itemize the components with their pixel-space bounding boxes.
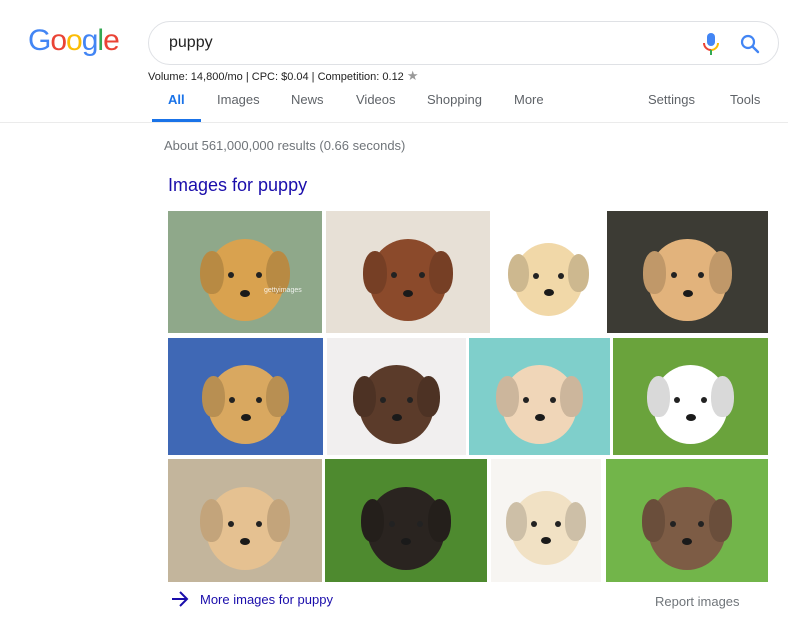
puppy-ear — [642, 250, 667, 294]
puppy-nose — [391, 413, 402, 421]
image-result-tile[interactable] — [168, 459, 322, 582]
puppy-ear — [417, 376, 440, 418]
logo-letter: g — [81, 24, 99, 57]
puppy-eye — [255, 272, 262, 279]
puppy-ear — [647, 376, 670, 418]
puppy-ear — [199, 499, 224, 543]
image-result-tile[interactable] — [494, 211, 603, 333]
puppy-eye — [255, 520, 262, 527]
puppy-eye — [549, 396, 556, 403]
logo-letter: e — [103, 24, 120, 57]
tab-settings[interactable]: Settings — [648, 92, 695, 107]
tab-videos[interactable]: Videos — [356, 92, 396, 107]
active-tab-indicator — [152, 119, 201, 122]
search-input[interactable] — [169, 32, 689, 54]
puppy-nose — [240, 413, 251, 421]
puppy-ear — [266, 376, 289, 418]
puppy-ear — [505, 502, 527, 541]
tab-shopping[interactable]: Shopping — [427, 92, 482, 107]
puppy-eye — [418, 272, 425, 279]
puppy-ear — [708, 499, 733, 543]
puppy-eye — [406, 396, 413, 403]
puppy-ear — [202, 376, 225, 418]
puppy-eye — [670, 520, 677, 527]
google-logo[interactable]: Google — [28, 24, 120, 58]
puppy-ear — [427, 499, 452, 543]
puppy-ear — [200, 250, 224, 294]
watermark-text: gettyimages — [264, 287, 302, 294]
puppy-ear — [560, 376, 583, 418]
image-result-tile[interactable]: gettyimages — [168, 211, 322, 333]
puppy-eye — [389, 520, 396, 527]
logo-letter: G — [28, 24, 51, 57]
star-icon[interactable]: ★ — [407, 68, 419, 83]
puppy-ear — [711, 376, 734, 418]
image-result-tile[interactable] — [326, 211, 490, 333]
puppy-eye — [228, 520, 235, 527]
images-section-heading[interactable]: Images for puppy — [168, 175, 307, 196]
puppy-ear — [496, 376, 519, 418]
puppy-eye — [557, 272, 564, 279]
image-result-tile[interactable] — [606, 459, 768, 582]
tab-tools[interactable]: Tools — [730, 92, 760, 107]
puppy-ear — [508, 253, 530, 293]
arrow-right-icon — [172, 591, 189, 607]
puppy-nose — [685, 413, 696, 421]
result-stats: About 561,000,000 results (0.66 seconds) — [164, 138, 406, 153]
tab-more[interactable]: More — [514, 92, 544, 107]
keyword-stats: Volume: 14,800/mo | CPC: $0.04 | Competi… — [148, 68, 418, 84]
puppy-ear — [641, 499, 666, 543]
puppy-ear — [567, 253, 589, 293]
puppy-nose — [682, 289, 693, 297]
puppy-eye — [255, 396, 262, 403]
puppy-nose — [403, 289, 413, 297]
tab-all[interactable]: All — [168, 92, 185, 107]
puppy-nose — [240, 289, 250, 297]
tab-news[interactable]: News — [291, 92, 324, 107]
puppy-nose — [534, 413, 545, 421]
puppy-ear — [708, 250, 733, 294]
search-tabs: All Images News Videos Shopping More Set… — [0, 84, 788, 123]
image-result-tile[interactable] — [491, 459, 601, 582]
image-result-tile[interactable] — [607, 211, 768, 333]
puppy-ear — [353, 376, 376, 418]
search-icon[interactable] — [739, 33, 761, 55]
puppy-nose — [543, 288, 554, 296]
more-images-link[interactable]: More images for puppy — [170, 591, 333, 607]
puppy-eye — [697, 520, 704, 527]
search-box — [148, 21, 779, 65]
puppy-ear — [429, 250, 453, 294]
puppy-ear — [363, 250, 387, 294]
image-result-tile[interactable] — [613, 338, 768, 455]
logo-letter: o — [50, 24, 67, 57]
puppy-ear — [360, 499, 385, 543]
puppy-eye — [700, 396, 707, 403]
image-result-tile[interactable] — [327, 338, 466, 455]
puppy-ear — [565, 502, 587, 541]
image-result-tile[interactable] — [168, 338, 323, 455]
microphone-icon[interactable] — [701, 32, 721, 56]
logo-letter: o — [66, 24, 83, 57]
image-result-tile[interactable] — [469, 338, 610, 455]
report-images-link[interactable]: Report images — [655, 594, 740, 609]
puppy-eye — [416, 520, 423, 527]
tab-images[interactable]: Images — [217, 92, 260, 107]
image-result-tile[interactable] — [325, 459, 487, 582]
keyword-stats-text: Volume: 14,800/mo | CPC: $0.04 | Competi… — [148, 71, 404, 83]
puppy-ear — [266, 499, 291, 543]
more-images-label: More images for puppy — [200, 591, 333, 607]
